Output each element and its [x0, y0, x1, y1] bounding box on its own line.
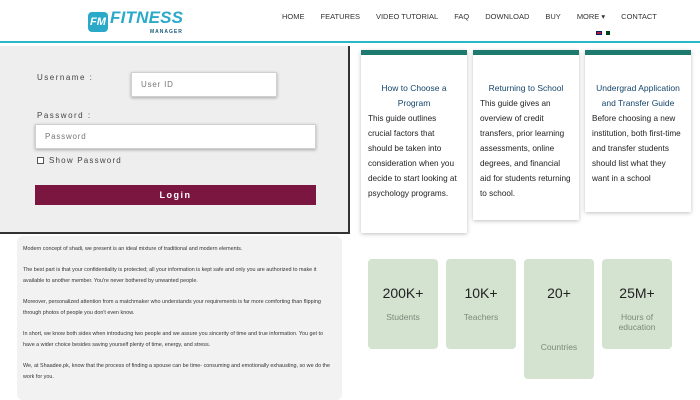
card-body: This guide outlines crucial factors that…	[368, 114, 457, 198]
card-body: Before choosing a new institution, both …	[592, 114, 681, 183]
logo-subtitle: MANAGER	[150, 29, 183, 35]
show-password-checkbox[interactable]	[37, 157, 44, 164]
article-paragraph: We, at Shaadee.pk, know that the process…	[23, 363, 331, 380]
stat-label: Hours of education	[618, 312, 656, 332]
login-panel: Username : Password : Show Password Logi…	[0, 46, 350, 234]
guide-card-returning-to-school[interactable]: Returning to School This guide gives an …	[473, 50, 579, 220]
card-title[interactable]: How to Choose a Program	[361, 81, 467, 111]
nav-contact[interactable]: CONTACT	[621, 12, 657, 21]
username-input[interactable]	[131, 72, 277, 97]
show-password-label: Show Password	[49, 156, 122, 165]
article-paragraph: Moreover, personalized attention from a …	[23, 299, 321, 316]
card-title[interactable]: Returning to School	[473, 81, 579, 96]
password-label: Password :	[37, 111, 92, 120]
card-title[interactable]: Undergrad Application and Transfer Guide	[585, 81, 691, 111]
language-flags	[596, 31, 610, 35]
guide-card-undergrad-application[interactable]: Undergrad Application and Transfer Guide…	[585, 50, 691, 212]
stat-value: 20+	[547, 285, 571, 301]
nav-video-tutorial[interactable]: VIDEO TUTORIAL	[376, 12, 438, 21]
logo-text: FITNESS MANAGER	[110, 8, 183, 35]
stat-label: Countries	[540, 342, 578, 352]
stat-value: 10K+	[464, 285, 498, 301]
nav-buy[interactable]: BUY	[545, 12, 560, 21]
uk-flag-icon[interactable]	[596, 31, 602, 35]
password-input[interactable]	[35, 124, 316, 149]
article-text: Modern concept of shadi, we present is a…	[17, 236, 342, 400]
nav-faq[interactable]: FAQ	[454, 12, 469, 21]
article-paragraph: Modern concept of shadi, we present is a…	[23, 246, 243, 252]
article-paragraph: In short, we know both sides when introd…	[23, 331, 323, 348]
stat-teachers: 10K+ Teachers	[446, 259, 516, 349]
stat-value: 200K+	[382, 285, 424, 301]
stat-label: Teachers	[463, 312, 499, 322]
article-paragraph: The best part is that your confidentiali…	[23, 267, 317, 284]
stat-students: 200K+ Students	[368, 259, 438, 349]
stat-hours-of-education: 25M+ Hours of education	[602, 259, 672, 349]
nav-home[interactable]: HOME	[282, 12, 305, 21]
nav-features[interactable]: FEATURES	[321, 12, 360, 21]
stat-countries: 20+ Countries	[524, 259, 594, 379]
stat-value: 25M+	[619, 285, 655, 301]
show-password-toggle[interactable]: Show Password	[37, 156, 122, 165]
nav-download[interactable]: DOWNLOAD	[485, 12, 529, 21]
card-body: This guide gives an overview of credit t…	[480, 99, 571, 198]
logo-badge: FM	[88, 11, 108, 32]
login-button[interactable]: Login	[35, 185, 316, 205]
guide-card-choose-program[interactable]: How to Choose a Program This guide outli…	[361, 50, 467, 233]
site-header: FM FITNESS MANAGER HOME FEATURES VIDEO T…	[0, 0, 700, 43]
stat-label: Students	[386, 312, 420, 322]
site-logo[interactable]: FM FITNESS MANAGER	[88, 8, 183, 35]
nav-more-dropdown[interactable]: MORE ▾	[577, 12, 605, 21]
username-label: Username :	[37, 73, 94, 82]
pk-flag-icon[interactable]	[604, 31, 610, 35]
main-nav: HOME FEATURES VIDEO TUTORIAL FAQ DOWNLOA…	[282, 12, 673, 21]
logo-name: FITNESS	[110, 8, 184, 27]
